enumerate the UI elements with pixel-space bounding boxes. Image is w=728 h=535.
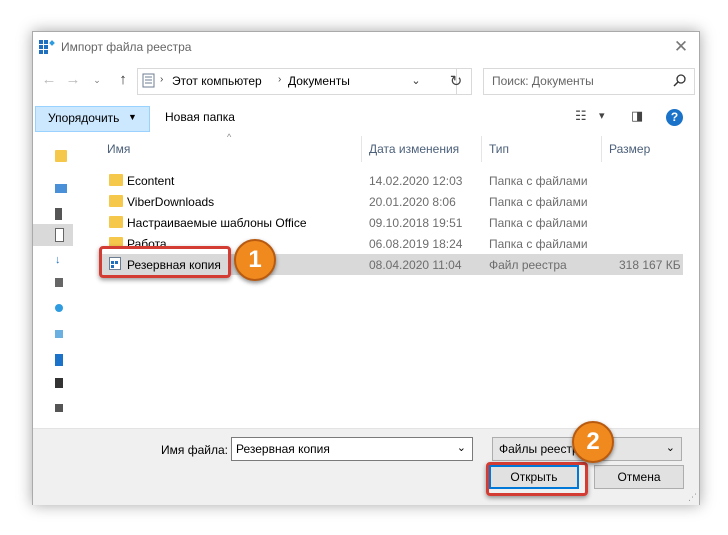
filename-label: Имя файла: bbox=[161, 443, 228, 457]
close-icon: ✕ bbox=[673, 37, 689, 56]
file-date: 06.08.2019 18:24 bbox=[369, 237, 463, 251]
file-name: ViberDownloads bbox=[127, 195, 215, 209]
file-date: 20.01.2020 8:06 bbox=[369, 195, 456, 209]
local-disk-icon[interactable] bbox=[55, 404, 63, 412]
arrow-left-icon: ← bbox=[41, 71, 57, 88]
file-row[interactable]: Econtent 14.02.2020 12:03 Папка с файлам… bbox=[99, 170, 683, 191]
folder-icon bbox=[109, 195, 123, 207]
title-bar: Импорт файла реестра ✕ bbox=[33, 32, 699, 62]
column-header-date[interactable]: Дата изменения bbox=[369, 136, 459, 162]
view-dropdown-icon[interactable]: ▾ bbox=[599, 109, 605, 122]
forward-button[interactable]: → bbox=[63, 70, 83, 90]
file-date: 09.10.2018 19:51 bbox=[369, 216, 463, 230]
command-toolbar: Упорядочить ▼ Новая папка ☷ ▾ ◨ ? bbox=[33, 102, 699, 136]
organize-label: Упорядочить bbox=[48, 111, 120, 125]
folder-icon bbox=[109, 174, 123, 186]
arrow-up-icon: ↑ bbox=[119, 71, 127, 88]
help-icon: ? bbox=[670, 110, 679, 124]
view-options-icon[interactable]: ☷ bbox=[575, 108, 587, 124]
3d-objects-icon[interactable] bbox=[55, 304, 63, 312]
highlight-open-button bbox=[486, 462, 588, 496]
column-header-name[interactable]: Имя bbox=[107, 136, 130, 162]
address-dropdown-icon[interactable]: ⌄ bbox=[406, 69, 426, 94]
column-divider[interactable] bbox=[361, 136, 362, 162]
this-pc-icon[interactable] bbox=[55, 354, 63, 366]
vertical-scrollbar[interactable] bbox=[683, 136, 698, 426]
organize-button[interactable]: Упорядочить ▼ bbox=[35, 106, 150, 132]
breadcrumb-documents[interactable]: Документы bbox=[288, 74, 350, 88]
file-row[interactable]: Настраиваемые шаблоны Office 09.10.2018 … bbox=[99, 212, 683, 233]
step-2-badge: 2 bbox=[572, 421, 614, 463]
file-size: 318 167 КБ bbox=[619, 258, 681, 272]
help-button[interactable]: ? bbox=[666, 109, 683, 126]
pictures-icon[interactable] bbox=[55, 278, 63, 287]
refresh-icon: ↻ bbox=[449, 73, 463, 90]
column-divider[interactable] bbox=[481, 136, 482, 162]
file-name: Настраиваемые шаблоны Office bbox=[127, 216, 307, 230]
file-type: Папка с файлами bbox=[489, 174, 588, 188]
close-button[interactable]: ✕ bbox=[669, 36, 693, 58]
highlight-selected-file bbox=[99, 246, 231, 278]
folder-icon bbox=[109, 216, 123, 228]
recent-locations-button[interactable]: ⌄ bbox=[87, 70, 107, 90]
chevron-down-icon: ⌄ bbox=[665, 442, 675, 454]
back-button[interactable]: ← bbox=[39, 70, 59, 90]
resize-grip-icon[interactable]: ⋰ bbox=[688, 492, 697, 503]
file-date: 14.02.2020 12:03 bbox=[369, 174, 463, 188]
window-title: Импорт файла реестра bbox=[61, 40, 192, 54]
navigation-pane-selection bbox=[33, 224, 73, 246]
file-date: 08.04.2020 11:04 bbox=[369, 258, 462, 272]
videos-icon[interactable] bbox=[55, 378, 63, 388]
breadcrumb-separator: › bbox=[278, 74, 282, 85]
navigation-bar: ← → ⌄ ↑ › Этот компьютер › Документы ⌄ ↻… bbox=[33, 64, 699, 98]
quick-access-icon[interactable] bbox=[55, 150, 67, 162]
music-icon[interactable] bbox=[55, 330, 63, 338]
step-1-badge: 1 bbox=[234, 239, 276, 281]
filename-value: Резервная копия bbox=[236, 442, 330, 456]
new-folder-button[interactable]: Новая папка bbox=[165, 110, 235, 124]
file-list: ^ Имя Дата изменения Тип Размер Econtent… bbox=[99, 132, 683, 426]
file-type: Папка с файлами bbox=[489, 237, 588, 251]
documents-icon[interactable] bbox=[55, 228, 64, 242]
refresh-button[interactable]: ↻ bbox=[441, 68, 472, 95]
file-type: Файл реестра bbox=[489, 258, 567, 272]
breadcrumb-separator: › bbox=[160, 74, 164, 85]
file-type: Папка с файлами bbox=[489, 216, 588, 230]
column-header-size[interactable]: Размер bbox=[609, 136, 650, 162]
file-type: Папка с файлами bbox=[489, 195, 588, 209]
preview-pane-icon[interactable]: ◨ bbox=[631, 108, 643, 124]
desktop-icon[interactable] bbox=[55, 184, 67, 193]
filename-field[interactable]: Резервная копия ⌄ bbox=[231, 437, 473, 461]
column-divider[interactable] bbox=[601, 136, 602, 162]
sort-ascending-icon: ^ bbox=[227, 132, 232, 142]
column-header-type[interactable]: Тип bbox=[489, 136, 509, 162]
search-input[interactable]: Поиск: Документы bbox=[483, 68, 695, 95]
file-name: Econtent bbox=[127, 174, 175, 188]
arrow-down-icon[interactable]: ↓ bbox=[55, 254, 61, 266]
caret-down-icon: ▼ bbox=[128, 112, 137, 122]
file-row[interactable]: ViberDownloads 20.01.2020 8:06 Папка с ф… bbox=[99, 191, 683, 212]
navigation-pane: ↓ bbox=[33, 138, 73, 426]
search-icon bbox=[673, 74, 686, 87]
document-location-icon bbox=[142, 73, 155, 88]
chevron-down-icon: ⌄ bbox=[93, 75, 101, 85]
chevron-down-icon[interactable]: ⌄ bbox=[457, 441, 466, 454]
cancel-button[interactable]: Отмена bbox=[594, 465, 684, 489]
arrow-right-icon: → bbox=[65, 71, 81, 88]
downloads-icon[interactable] bbox=[55, 208, 62, 220]
search-placeholder: Поиск: Документы bbox=[492, 74, 594, 88]
breadcrumb-this-pc[interactable]: Этот компьютер bbox=[172, 74, 262, 88]
up-button[interactable]: ↑ bbox=[113, 70, 133, 90]
registry-editor-icon bbox=[39, 40, 55, 54]
address-bar[interactable]: › Этот компьютер › Документы ⌄ bbox=[137, 68, 457, 95]
